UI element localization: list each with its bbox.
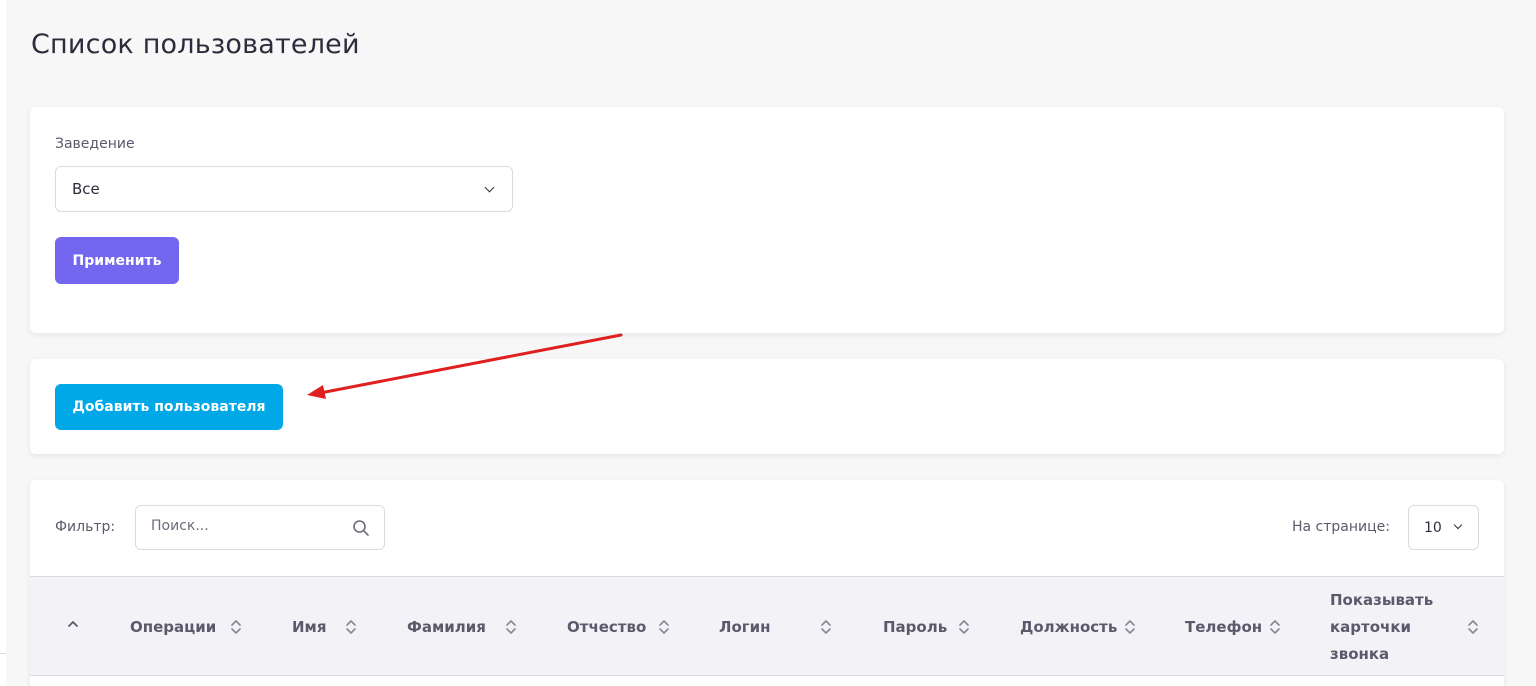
column-header-login[interactable]: Логин bbox=[719, 577, 839, 677]
column-header-label: Фамилия bbox=[407, 617, 486, 636]
users-table-card: Фильтр: На странице: 10 Операции bbox=[30, 480, 1504, 686]
column-header-label: Логин bbox=[719, 617, 771, 636]
column-header-first-name[interactable]: Имя bbox=[292, 577, 372, 677]
column-header-label: Телефон bbox=[1185, 617, 1263, 636]
sort-icon bbox=[1468, 620, 1478, 634]
sort-icon bbox=[659, 620, 669, 634]
sort-icon bbox=[231, 620, 241, 634]
column-header-patronymic[interactable]: Отчество bbox=[567, 577, 687, 677]
column-header-label: Пароль bbox=[883, 617, 948, 636]
sort-icon bbox=[346, 620, 356, 634]
page-title: Список пользователей bbox=[31, 29, 360, 60]
add-user-card: Добавить пользователя bbox=[30, 359, 1504, 454]
column-header-operations[interactable]: Операции bbox=[130, 577, 250, 677]
caret-up-icon bbox=[68, 621, 78, 627]
column-header-label: Показывать карточки звонка bbox=[1330, 590, 1434, 663]
column-header-label: Операции bbox=[130, 617, 217, 636]
search-icon[interactable] bbox=[352, 519, 370, 537]
chevron-down-icon bbox=[1453, 520, 1463, 530]
sort-icon bbox=[1270, 620, 1280, 634]
search-field[interactable] bbox=[135, 505, 385, 550]
chevron-down-icon bbox=[484, 182, 495, 193]
sort-icon bbox=[959, 620, 969, 634]
page-background: Список пользователей Заведение Все Приме… bbox=[6, 0, 1536, 686]
column-header-label: Имя bbox=[292, 617, 327, 636]
sort-icon bbox=[506, 620, 516, 634]
per-page-value: 10 bbox=[1424, 519, 1442, 536]
per-page-label: На странице: bbox=[1292, 519, 1390, 535]
divider bbox=[0, 653, 6, 654]
column-header-position[interactable]: Должность bbox=[1020, 577, 1150, 677]
establishment-select[interactable]: Все bbox=[55, 166, 513, 212]
apply-button[interactable]: Применить bbox=[55, 237, 179, 284]
column-header-label: Должность bbox=[1020, 617, 1118, 636]
column-header-show-call-cards[interactable]: Показывать карточки звонка bbox=[1330, 577, 1495, 677]
column-header-password[interactable]: Пароль bbox=[883, 577, 983, 677]
add-user-button[interactable]: Добавить пользователя bbox=[55, 384, 283, 430]
filter-label: Фильтр: bbox=[55, 519, 116, 535]
per-page-select[interactable]: 10 bbox=[1408, 505, 1479, 550]
sort-icon bbox=[821, 620, 831, 634]
establishment-label: Заведение bbox=[55, 136, 135, 152]
search-input[interactable] bbox=[151, 518, 341, 534]
establishment-select-value: Все bbox=[72, 180, 100, 198]
filter-card: Заведение Все Применить bbox=[30, 107, 1504, 333]
column-header-phone[interactable]: Телефон bbox=[1185, 577, 1295, 677]
column-header-last-name[interactable]: Фамилия bbox=[407, 577, 527, 677]
column-header-label: Отчество bbox=[567, 617, 647, 636]
sort-icon bbox=[1125, 620, 1135, 634]
column-header-select[interactable] bbox=[30, 577, 120, 677]
table-header: Операции Имя Фамилия Отчество Логин Паро bbox=[30, 576, 1504, 676]
